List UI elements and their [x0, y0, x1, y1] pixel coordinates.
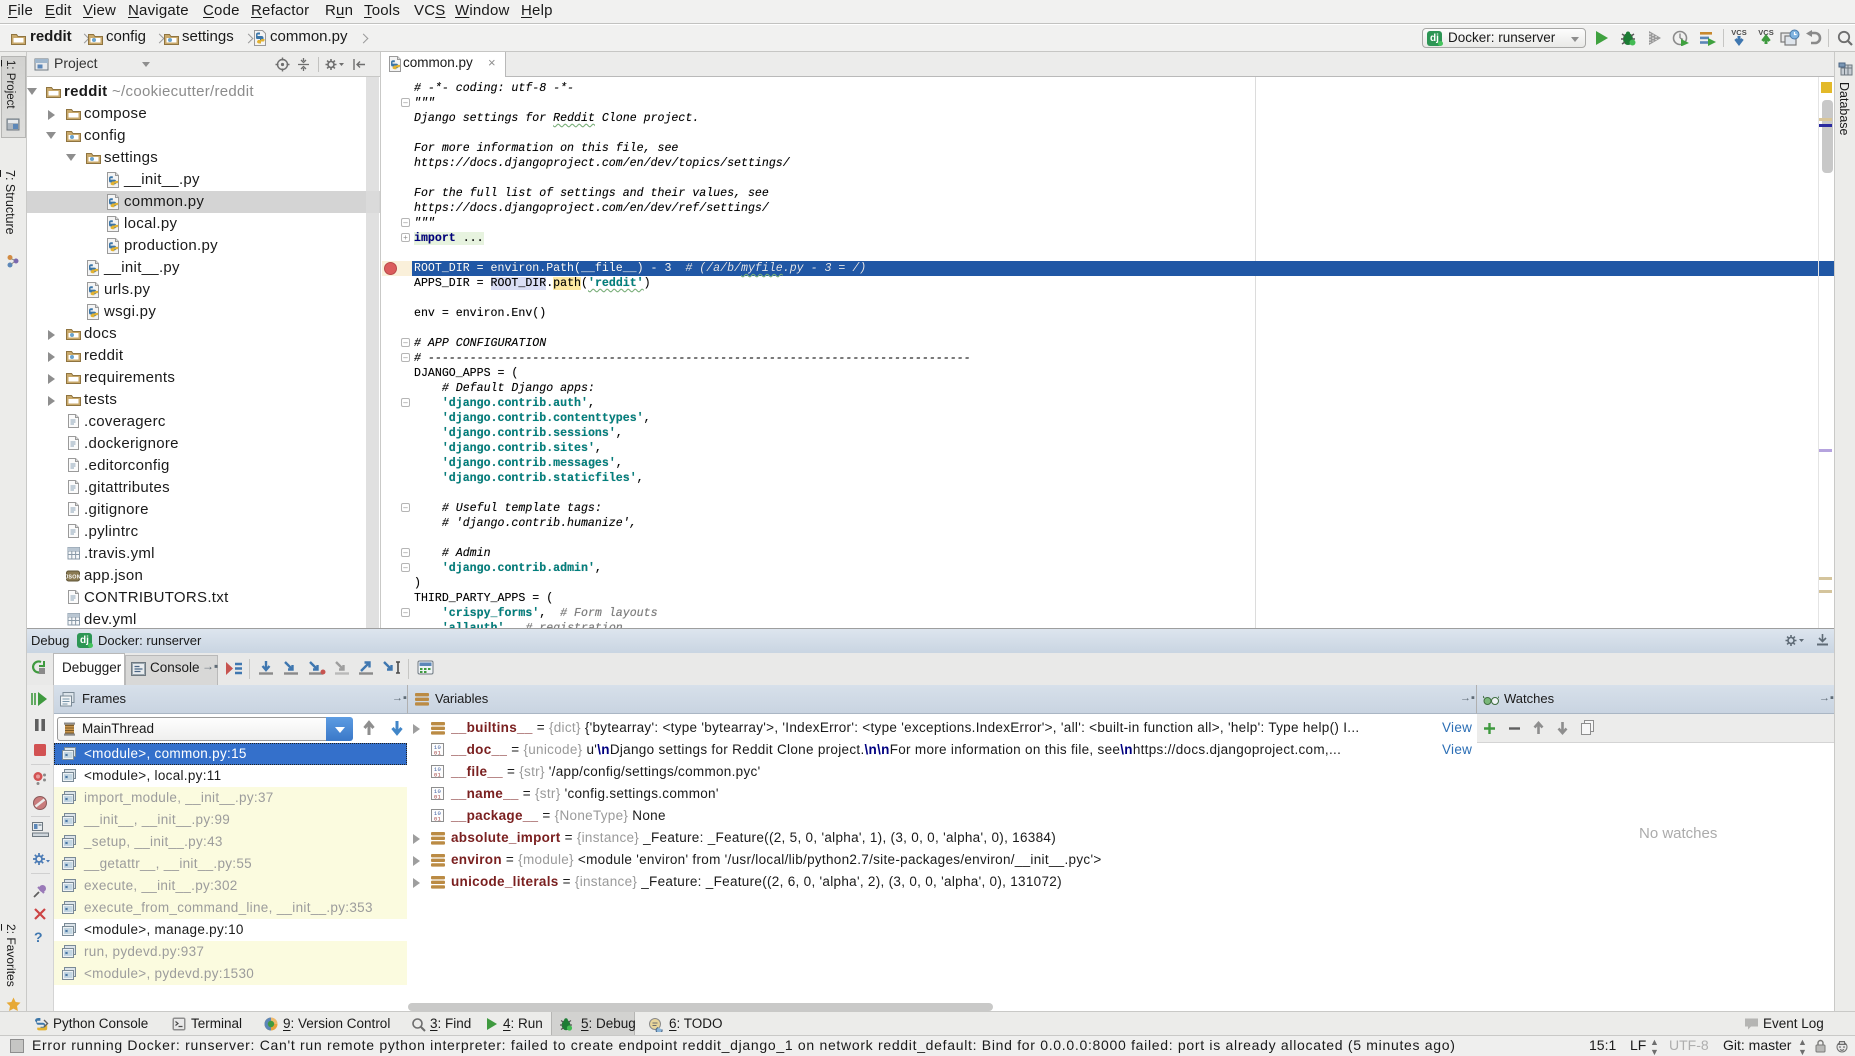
svg-text:VCS: VCS	[1731, 28, 1746, 37]
